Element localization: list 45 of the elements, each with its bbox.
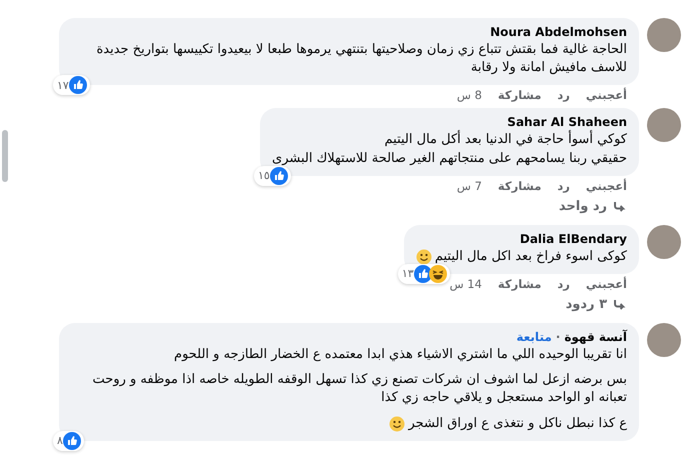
timestamp[interactable]: 8 س: [456, 88, 482, 102]
comment-action-link[interactable]: مشاركة: [498, 88, 542, 102]
timestamp[interactable]: 14 س: [450, 276, 482, 291]
comment-text: ع كذا نبطل ناكل و نتغذى ع اوراق الشجر: [408, 414, 627, 432]
avatar[interactable]: [647, 322, 681, 357]
comment-text: كوكي أسوأ حاجة في الدنيا بعد أكل مال اليتيم: [384, 131, 627, 150]
scrollbar-thumb[interactable]: [2, 130, 8, 182]
comment-action-link[interactable]: رد: [557, 178, 570, 193]
thumbs-up-icon: [270, 166, 288, 185]
comment-action-link[interactable]: أعجبني: [586, 178, 627, 193]
comment-action-link[interactable]: أعجبني: [586, 276, 627, 291]
comment-text: حقيقي ربنا يسامحهم على منتجاتهم الغير صالحة للاستهلاك البشرى: [272, 150, 627, 168]
view-replies-link[interactable]: ٣ ردود: [566, 297, 627, 312]
comment-action-link[interactable]: مشاركة: [498, 178, 542, 193]
smiley-icon: [389, 416, 406, 432]
reaction-badge[interactable]: ١٥: [254, 166, 291, 186]
thumbs-up-icon: [62, 432, 81, 450]
author-name[interactable]: Sahar Al Shaheen: [507, 115, 627, 130]
timestamp[interactable]: 7 س: [456, 178, 482, 193]
avatar[interactable]: [647, 108, 681, 142]
reaction-badge[interactable]: ١٣: [398, 264, 450, 284]
comment-text: كوكى اسوء فراخ بعد اكل مال اليتيم: [434, 248, 627, 266]
comment-text: بس برضه ازعل لما اشوف ان شركات تصنع زي كذا تسهل الوقفه الطويله خاصه اذا موظفه و روحت تعبانه او الواحد مستعجل و يلاقي حاجه زي كذا: [92, 371, 627, 408]
comment-action-link[interactable]: أعجبني: [586, 88, 627, 102]
follow-link[interactable]: متابعة: [516, 330, 552, 344]
avatar[interactable]: [647, 224, 681, 259]
comment-action-link[interactable]: رد: [557, 88, 570, 102]
reply-arrow-icon: [613, 298, 627, 311]
avatar[interactable]: [647, 18, 681, 52]
comment-text: الحاجة غالية فما بقتش تتباع زي زمان وصلاحيتها بتنتهي يرموها طبعا لا بيعيدوا تكييسها بتواريخ جديدة للاسف مافيش امانة ولا رقابة: [95, 41, 627, 78]
author-name[interactable]: آنسة قهوة: [564, 330, 627, 344]
smiley-icon: [416, 248, 432, 265]
author-name[interactable]: Dalia ElBendary: [520, 232, 627, 246]
separator-dot: ·: [556, 330, 560, 344]
comment-action-link[interactable]: مشاركة: [498, 276, 542, 291]
reaction-badge[interactable]: ١٧: [53, 75, 90, 96]
comment-action-link[interactable]: رد: [557, 276, 570, 291]
view-replies-link[interactable]: رد واحد: [558, 199, 627, 214]
author-name[interactable]: Noura Abdelmohsen: [490, 25, 627, 39]
thumbs-up-icon: [414, 264, 432, 283]
thumbs-up-icon: [68, 76, 87, 94]
laughing-face-icon: [428, 264, 447, 283]
comment-text: انا تقريبا الوحيده اللي ما اشتري الاشياء هذي ابدا معتمده ع الخضار الطازجه و اللحوم: [174, 346, 627, 364]
reply-arrow-icon: [613, 200, 627, 213]
reaction-badge[interactable]: ٨: [53, 430, 84, 451]
